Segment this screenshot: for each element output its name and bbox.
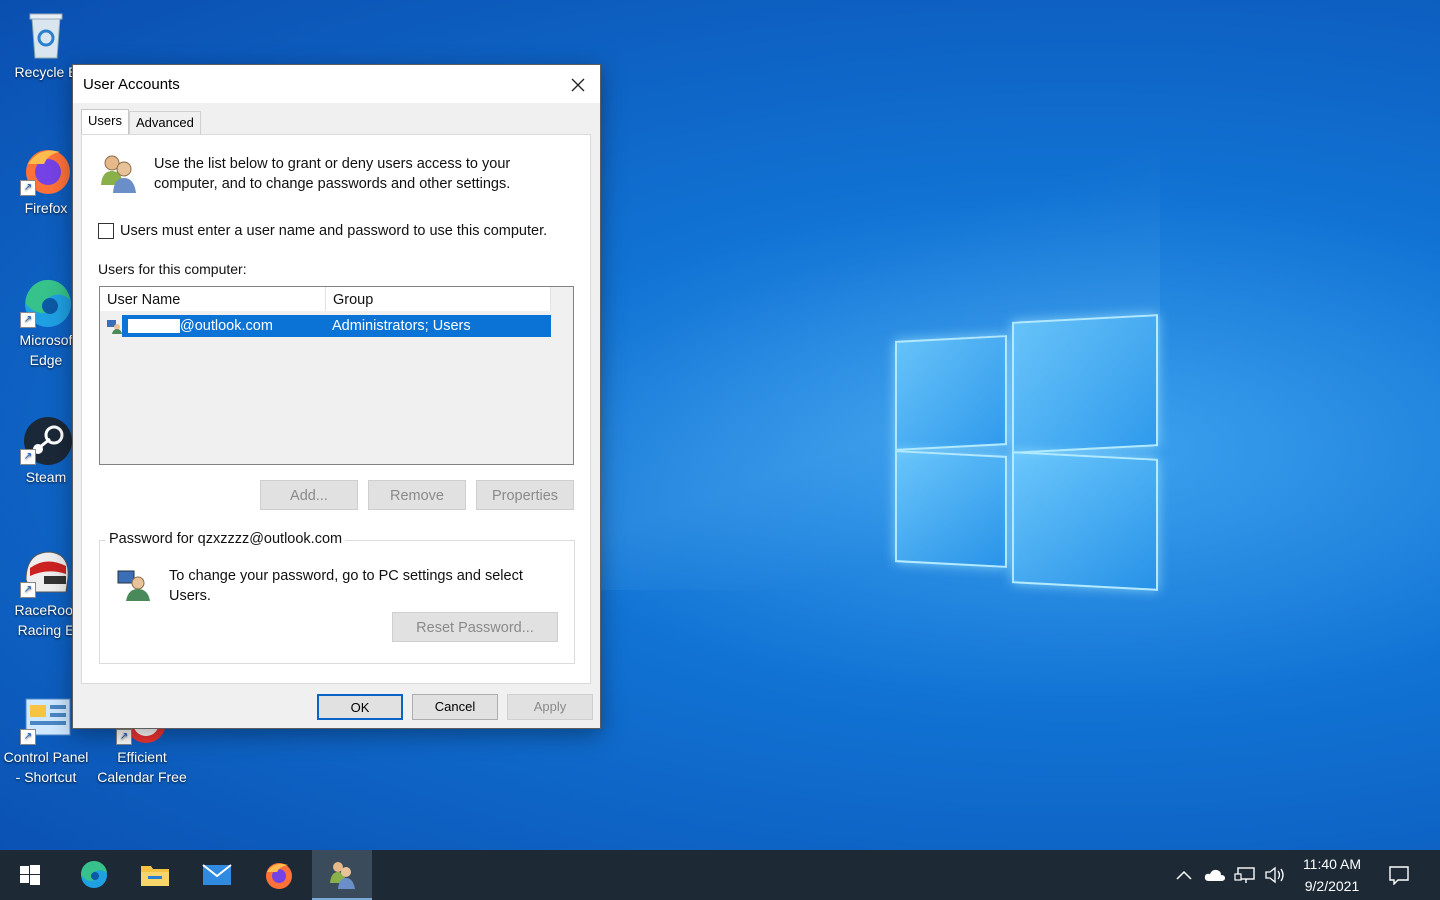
cloud-icon	[1204, 869, 1225, 881]
speaker-icon	[1265, 866, 1284, 884]
tab-users[interactable]: Users	[81, 109, 129, 134]
recycle-bin-icon	[20, 8, 72, 60]
shortcut-arrow-icon: ↗	[20, 449, 36, 465]
edge-icon: ↗	[20, 276, 72, 328]
clock-time: 11:40 AM	[1302, 856, 1362, 872]
edge-icon	[80, 860, 107, 888]
taskbar-user-accounts[interactable]	[312, 850, 372, 900]
firefox-icon: ↗	[20, 144, 72, 196]
start-button[interactable]	[0, 850, 60, 900]
taskbar-firefox[interactable]	[249, 850, 309, 900]
network-tray[interactable]	[1232, 850, 1258, 900]
add-user-button[interactable]: Add...	[260, 480, 358, 510]
intro-text: Use the list below to grant or deny user…	[154, 156, 511, 192]
steam-icon: ↗	[20, 413, 72, 465]
title-bar[interactable]: User Accounts	[73, 65, 600, 103]
users-list-label: Users for this computer:	[98, 261, 247, 277]
taskbar	[0, 850, 1440, 900]
users-listview[interactable]: User Name Group @outlook.com Administrat…	[99, 286, 574, 465]
dialog-title: User Accounts	[83, 76, 180, 93]
password-groupbox: Password for qzxzzzz@outlook.com To chan…	[99, 531, 575, 664]
onedrive-tray[interactable]	[1202, 850, 1228, 900]
selected-row-highlight: @outlook.com Administrators; Users	[122, 315, 551, 337]
taskbar-edge[interactable]	[64, 850, 124, 900]
shortcut-arrow-icon: ↗	[116, 729, 132, 745]
remove-user-button[interactable]: Remove	[368, 480, 466, 510]
mail-icon	[202, 864, 232, 885]
table-row[interactable]: @outlook.com Administrators; Users	[104, 315, 551, 337]
taskbar-file-explorer[interactable]	[125, 850, 185, 900]
notification-icon	[1389, 866, 1409, 885]
user-name-cell: @outlook.com	[128, 315, 273, 337]
close-icon	[571, 78, 585, 92]
raceroom-helmet-icon: ↗	[20, 546, 72, 598]
users-icon	[98, 153, 138, 195]
list-header: User Name Group	[100, 287, 551, 311]
require-password-checkbox[interactable]	[98, 223, 114, 239]
password-help-text: To change your password, go to PC settin…	[169, 568, 523, 604]
show-hidden-icons-button[interactable]	[1172, 850, 1196, 900]
desktop-icon-label: Efficient Calendar Free	[97, 749, 187, 785]
windows-start-icon	[20, 865, 40, 885]
shortcut-arrow-icon: ↗	[20, 312, 36, 328]
tab-advanced[interactable]: Advanced	[129, 111, 201, 134]
require-password-label: Users must enter a user name and passwor…	[120, 223, 548, 239]
windows-logo-wallpaper	[895, 314, 1158, 591]
user-password-icon	[116, 567, 152, 603]
taskbar-clock[interactable]: 11:40 AM 9/2/2021	[1296, 853, 1368, 897]
shortcut-arrow-icon: ↗	[20, 582, 36, 598]
group-cell: Administrators; Users	[332, 318, 471, 334]
users-tab-panel: Use the list below to grant or deny user…	[81, 134, 591, 684]
ok-button[interactable]: OK	[317, 694, 403, 720]
reset-password-button[interactable]: Reset Password...	[392, 612, 558, 642]
require-password-row[interactable]: Users must enter a user name and passwor…	[98, 223, 547, 239]
users-icon	[330, 862, 355, 889]
firefox-icon	[266, 863, 292, 889]
desktop-icon-label: Control Panel - Shortcut	[3, 749, 89, 785]
network-icon	[1234, 867, 1255, 883]
user-icon	[106, 318, 122, 334]
column-header-user-name[interactable]: User Name	[100, 287, 326, 311]
action-center-button[interactable]	[1384, 850, 1414, 900]
password-legend: Password for qzxzzzz@outlook.com	[106, 531, 346, 547]
shortcut-arrow-icon: ↗	[20, 180, 36, 196]
chevron-up-icon	[1176, 870, 1192, 880]
volume-tray[interactable]	[1262, 850, 1288, 900]
column-header-group[interactable]: Group	[326, 287, 551, 311]
clock-date: 9/2/2021	[1304, 878, 1360, 894]
properties-button[interactable]: Properties	[476, 480, 574, 510]
control-panel-icon: ↗	[20, 693, 72, 745]
shortcut-arrow-icon: ↗	[20, 729, 36, 745]
close-button[interactable]	[556, 65, 600, 103]
apply-button[interactable]: Apply	[507, 694, 593, 720]
folder-icon	[141, 866, 169, 886]
redaction	[128, 319, 180, 334]
cancel-button[interactable]: Cancel	[412, 694, 498, 720]
user-accounts-dialog: User Accounts Users Advanced Use the lis…	[72, 64, 601, 729]
taskbar-mail[interactable]	[187, 850, 247, 900]
